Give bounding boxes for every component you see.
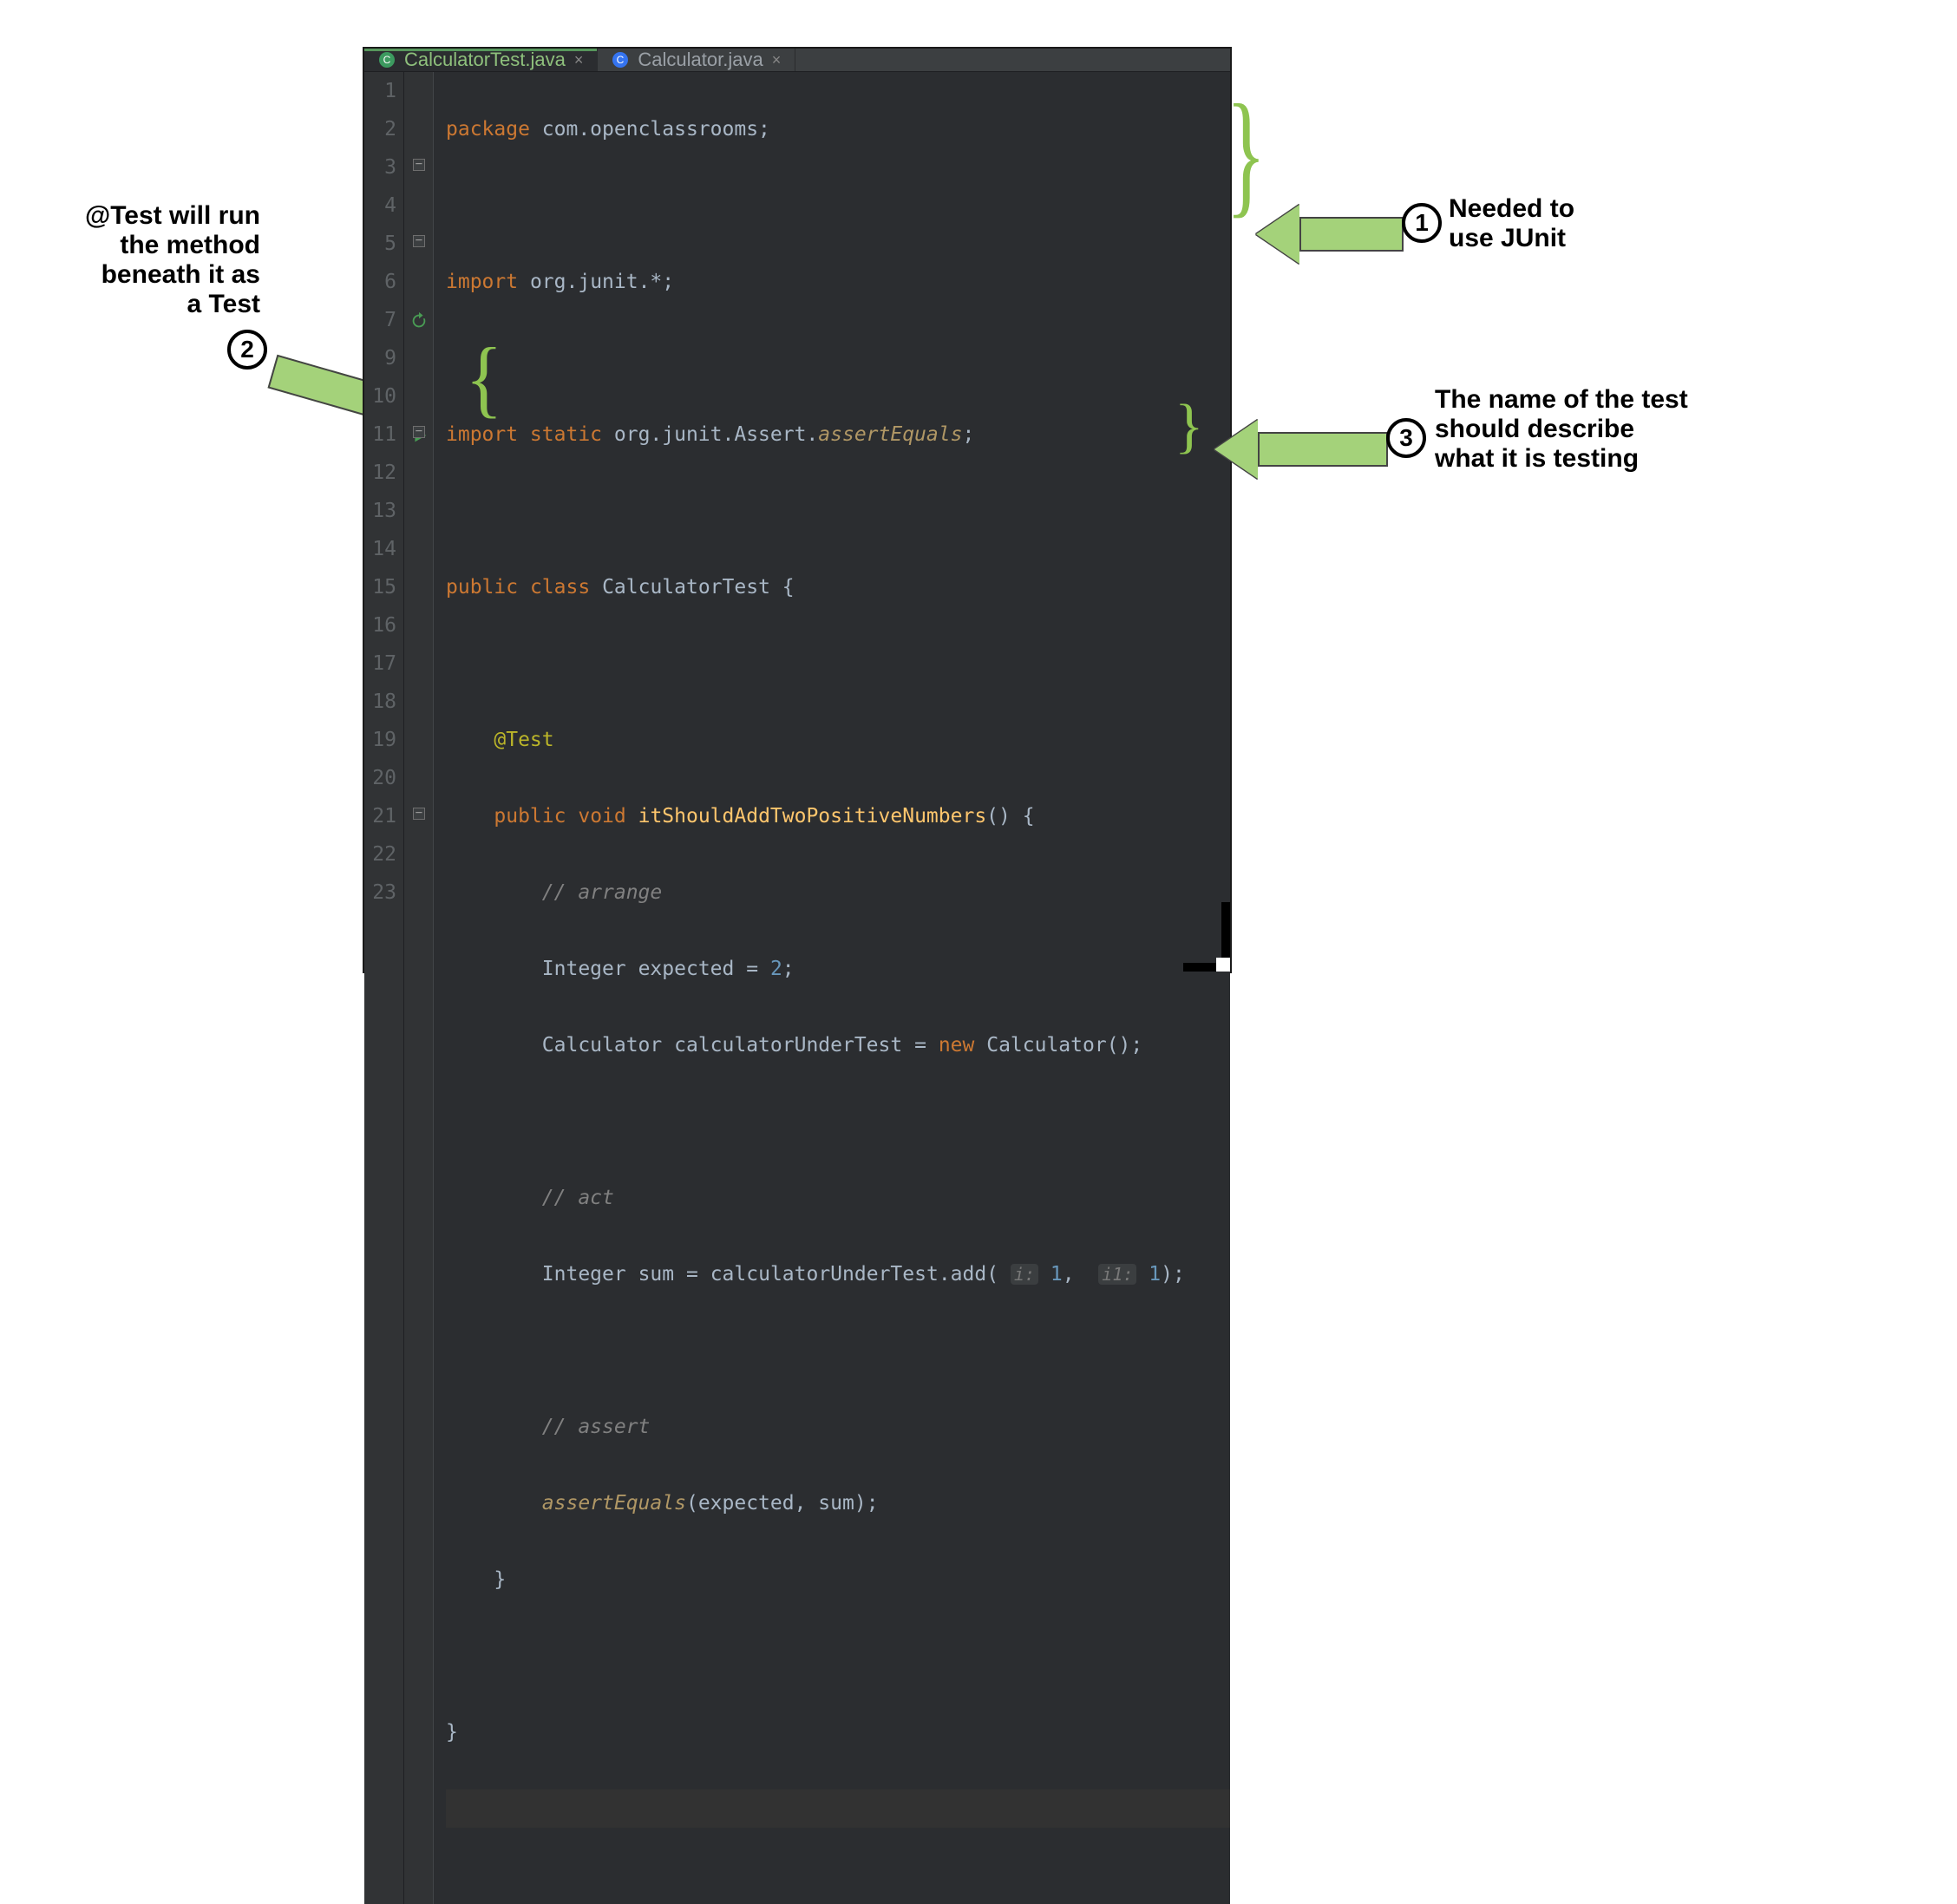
line-number: 7 [364,301,396,339]
arrow-shaft [1258,432,1388,467]
close-icon[interactable]: × [574,51,584,69]
java-class-file-icon: C [612,51,629,69]
tab-calculatortest[interactable]: C CalculatorTest.java × [364,49,598,71]
callout-2-line1: @Test will run [52,201,260,231]
callout-3-line2: should describe [1435,415,1688,444]
arrow-head-icon [1256,205,1299,264]
line-number: 17 [364,644,396,683]
callout-3-line3: what it is testing [1435,444,1688,474]
line-number: 13 [364,492,396,530]
line-number: 20 [364,759,396,797]
line-number: 3 [364,148,396,186]
callout-3-text: The name of the test should describe wha… [1435,385,1688,474]
fold-toggle-icon[interactable] [413,808,425,820]
tab-bar: C CalculatorTest.java × C Calculator.jav… [364,49,1230,72]
arrow-3 [1214,420,1388,479]
java-test-file-icon: C [378,51,396,69]
callout-1-line2: use JUnit [1449,224,1574,253]
callout-3-line1: The name of the test [1435,385,1688,415]
brace-group-3: } [1175,392,1204,461]
arrow-head-icon [1214,420,1258,479]
callout-1-badge: 1 [1402,203,1442,243]
callout-2-line3: beneath it as [52,260,260,290]
gutter-icons [404,72,434,1904]
callout-1-text: Needed to use JUnit [1449,194,1574,253]
line-number: 23 [364,873,396,912]
callout-2-text: @Test will run the method beneath it as … [52,201,260,319]
line-number: 18 [364,683,396,721]
fold-toggle-icon[interactable] [413,235,425,247]
line-number: 14 [364,530,396,568]
line-number: 19 [364,721,396,759]
line-number: 22 [364,835,396,873]
line-number: 12 [364,454,396,492]
annotated-screenshot: @Test will run the method beneath it as … [0,0,1957,1041]
line-number: 15 [364,568,396,606]
line-number: 4 [364,186,396,225]
tab-label: Calculator.java [638,49,763,71]
fold-toggle-icon[interactable] [413,426,425,438]
callout-3-badge: 3 [1386,418,1426,458]
code-text[interactable]: package com.openclassrooms; import org.j… [434,72,1230,1904]
callout-2-badge: 2 [227,330,267,370]
line-number: 1 [364,72,396,110]
rerun-test-icon[interactable] [409,311,429,330]
arrow-shaft [1299,217,1404,252]
line-number: 9 [364,339,396,377]
arrow-1 [1256,205,1404,264]
close-icon[interactable]: × [772,51,782,69]
ide-editor: C CalculatorTest.java × C Calculator.jav… [363,47,1232,973]
tab-calculator[interactable]: C Calculator.java × [598,49,795,71]
line-number: 2 [364,110,396,148]
gutter-line-numbers: 1 2 3 4 5 6 7 9 10 11 12 13 14 15 16 17 … [364,72,404,1904]
svg-text:C: C [383,54,391,66]
line-number: 11 [364,415,396,454]
fold-toggle-icon[interactable] [413,159,425,171]
svg-text:C: C [617,54,625,66]
line-number: 16 [364,606,396,644]
line-number: 5 [364,225,396,263]
line-number: 6 [364,263,396,301]
line-number: 10 [364,377,396,415]
brace-group-2: { [465,328,502,428]
callout-2-line4: a Test [52,290,260,319]
line-number: 21 [364,797,396,835]
callout-2-line2: the method [52,231,260,260]
callout-1-line1: Needed to [1449,194,1574,224]
tab-label: CalculatorTest.java [404,49,566,71]
resize-corner-icon [1183,902,1230,972]
